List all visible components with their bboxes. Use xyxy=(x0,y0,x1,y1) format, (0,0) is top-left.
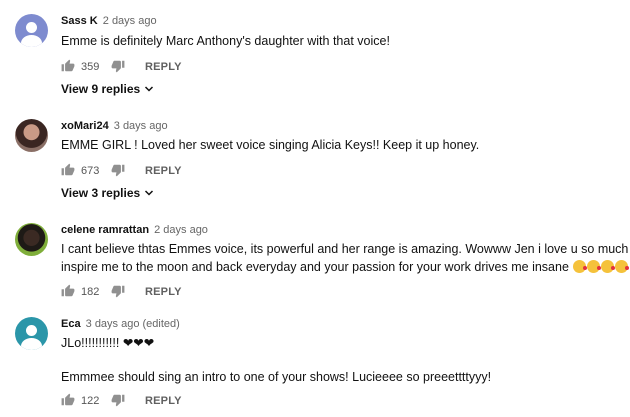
thumbs-down-icon xyxy=(111,285,125,298)
avatar[interactable] xyxy=(15,119,48,152)
reply-button[interactable]: REPLY xyxy=(145,163,182,179)
comment-header: Eca 3 days ago (edited) xyxy=(61,317,180,331)
view-replies-label: View 3 replies xyxy=(61,186,141,200)
like-count: 182 xyxy=(81,286,100,298)
reply-button[interactable]: REPLY xyxy=(145,59,182,75)
comment-timestamp[interactable]: 2 days ago xyxy=(103,15,157,27)
thumbs-up-icon xyxy=(61,59,75,72)
comment-timestamp[interactable]: 3 days ago (edited) xyxy=(86,318,180,330)
comment-text: inspire me to the moon and back everyday… xyxy=(61,260,569,274)
like-count: 359 xyxy=(81,61,100,73)
view-replies-link[interactable]: View 3 replies xyxy=(61,186,154,200)
dislike-button[interactable] xyxy=(111,59,125,75)
chevron-down-icon xyxy=(145,190,154,196)
thumbs-up-icon xyxy=(61,284,75,297)
thumbs-up-icon xyxy=(61,393,75,406)
comment-text: Emme is definitely Marc Anthony's daught… xyxy=(61,34,390,48)
comment-text-line2: inspire me to the moon and back everyday… xyxy=(61,257,630,278)
dislike-button[interactable] xyxy=(111,163,125,179)
view-replies-label: View 9 replies xyxy=(61,82,141,96)
comment-timestamp[interactable]: 2 days ago xyxy=(154,224,208,236)
author-name[interactable]: Sass K xyxy=(61,15,98,27)
dislike-button[interactable] xyxy=(111,284,125,300)
author-name[interactable]: xoMari24 xyxy=(61,120,109,132)
kiss-emoji-icon xyxy=(573,260,588,273)
kiss-emoji-icon xyxy=(587,260,602,273)
thumbs-down-icon xyxy=(111,60,125,73)
chevron-down-icon xyxy=(145,86,154,92)
like-button[interactable] xyxy=(61,393,75,409)
reply-button[interactable]: REPLY xyxy=(145,393,182,409)
comment-timestamp[interactable]: 3 days ago xyxy=(114,120,168,132)
like-button[interactable] xyxy=(61,59,75,75)
view-replies-link[interactable]: View 9 replies xyxy=(61,82,154,96)
like-count: 673 xyxy=(81,165,100,177)
like-count: 122 xyxy=(81,395,100,407)
avatar[interactable] xyxy=(15,14,48,47)
kiss-emoji-icon xyxy=(601,260,616,273)
like-button[interactable] xyxy=(61,284,75,300)
avatar[interactable] xyxy=(15,317,48,350)
author-name[interactable]: celene ramrattan xyxy=(61,224,149,236)
comment-text: EMME GIRL ! Loved her sweet voice singin… xyxy=(61,138,480,152)
comment-header: celene ramrattan 2 days ago xyxy=(61,223,208,237)
comment-header: xoMari24 3 days ago xyxy=(61,119,168,133)
like-button[interactable] xyxy=(61,163,75,179)
comment-text: Emmmee should sing an intro to one of yo… xyxy=(61,370,492,384)
kiss-emoji-icon xyxy=(615,260,630,273)
author-name[interactable]: Eca xyxy=(61,318,81,330)
comment-text: JLo!!!!!!!!!!! ❤❤❤ xyxy=(61,336,155,350)
avatar[interactable] xyxy=(15,223,48,256)
thumbs-down-icon xyxy=(111,394,125,407)
comment-header: Sass K 2 days ago xyxy=(61,14,157,28)
thumbs-down-icon xyxy=(111,164,125,177)
dislike-button[interactable] xyxy=(111,393,125,409)
thumbs-up-icon xyxy=(61,163,75,176)
reply-button[interactable]: REPLY xyxy=(145,284,182,300)
